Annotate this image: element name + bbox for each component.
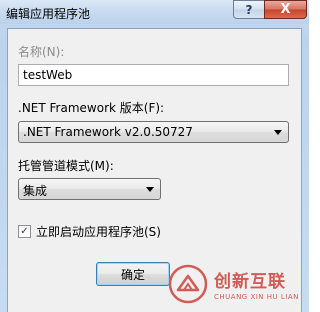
framework-select[interactable]: .NET Framework v2.0.50727 bbox=[18, 121, 289, 143]
name-label: 名称(N): bbox=[18, 45, 65, 59]
pipeline-select-value: 集成 bbox=[23, 184, 48, 198]
name-field[interactable]: testWeb bbox=[18, 64, 289, 86]
chevron-down-icon bbox=[274, 130, 282, 135]
autostart-checkbox[interactable]: ✓ bbox=[18, 225, 31, 238]
chevron-down-icon bbox=[146, 187, 154, 192]
caption-buttons: ? X bbox=[233, 0, 307, 19]
pipeline-label: 托管管道模式(M): bbox=[18, 159, 114, 173]
autostart-option[interactable]: ✓ 立即启动应用程序池(S) bbox=[18, 223, 161, 240]
watermark-text: 创新互联 CHUANG XIN HU LIAN bbox=[214, 267, 299, 301]
close-icon: X bbox=[280, 2, 291, 17]
framework-select-value: .NET Framework v2.0.50727 bbox=[23, 125, 193, 139]
help-button[interactable]: ? bbox=[233, 0, 265, 19]
watermark-brand-en: CHUANG XIN HU LIAN bbox=[214, 293, 299, 301]
watermark-brand-cn: 创新互联 bbox=[214, 272, 286, 292]
autostart-label[interactable]: 立即启动应用程序池(S) bbox=[36, 223, 161, 240]
check-icon: ✓ bbox=[20, 226, 29, 237]
help-icon: ? bbox=[245, 2, 253, 17]
framework-label: .NET Framework 版本(F): bbox=[18, 101, 165, 115]
watermark: 创新互联 CHUANG XIN HU LIAN bbox=[158, 256, 309, 312]
close-button[interactable]: X bbox=[264, 0, 307, 19]
brand-logo-icon bbox=[168, 264, 208, 304]
title-bar[interactable]: 编辑应用程序池 ? X bbox=[0, 0, 309, 24]
window-title: 编辑应用程序池 bbox=[6, 7, 91, 21]
pipeline-select[interactable]: 集成 bbox=[18, 178, 161, 200]
